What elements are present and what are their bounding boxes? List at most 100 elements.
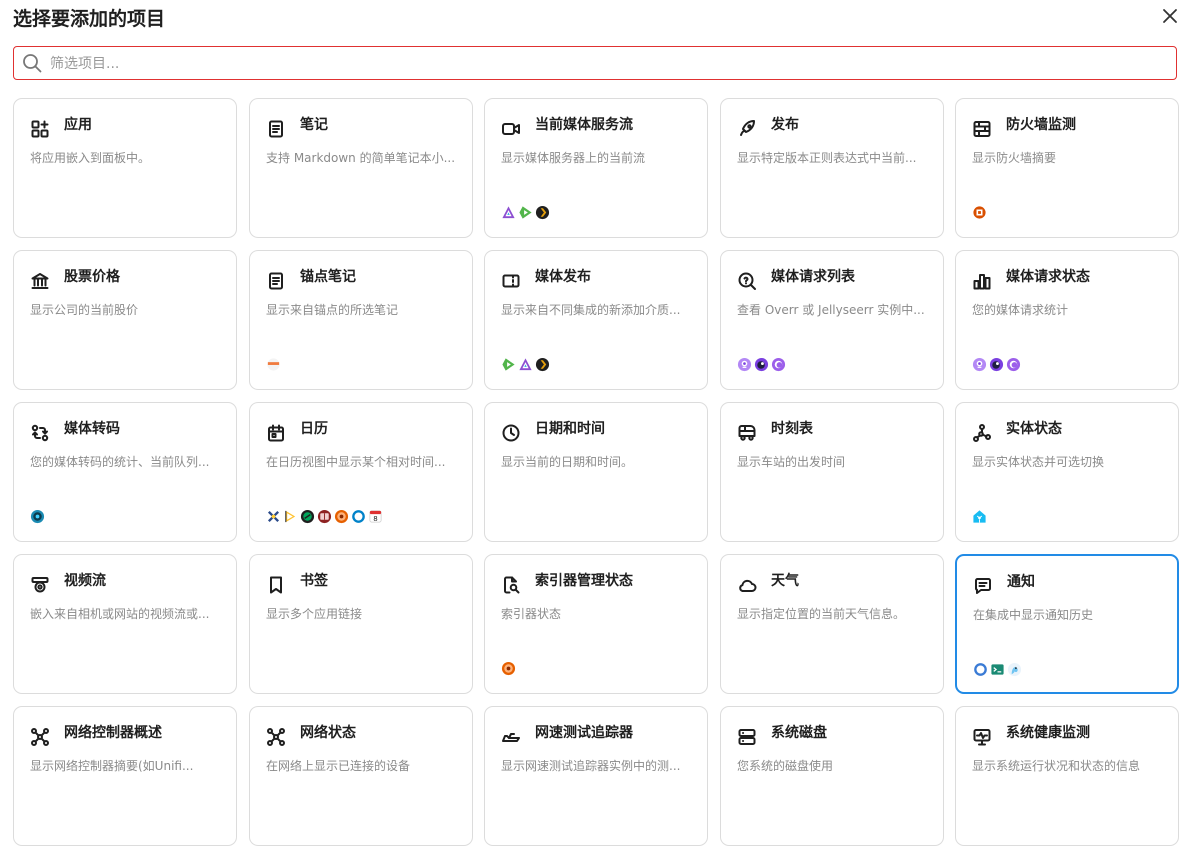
monitor-health-icon bbox=[973, 729, 991, 746]
filter-search-box[interactable] bbox=[13, 46, 1177, 80]
widget-card[interactable]: 视频流嵌入来自相机或网站的视频流或... bbox=[13, 554, 237, 694]
gotify-logo bbox=[1007, 662, 1022, 677]
bus-icon bbox=[738, 425, 756, 441]
widget-card-description: 显示来自不同集成的新添加介质... bbox=[501, 303, 681, 317]
anchor-logo bbox=[267, 358, 280, 371]
ntfy-logo bbox=[974, 663, 987, 676]
widget-card-description: 您的媒体请求统计 bbox=[972, 303, 1069, 317]
widget-card[interactable]: 笔记 支持 Markdown 的简单笔记本小... bbox=[249, 98, 473, 238]
server-icon bbox=[738, 729, 756, 745]
widget-card[interactable]: 书签 显示多个应用链接 bbox=[249, 554, 473, 694]
integration-badges bbox=[972, 357, 1021, 373]
widget-card-description: 显示网络控制器摘要(如Unifi... bbox=[30, 759, 194, 773]
widget-card-title: 应用 bbox=[64, 117, 92, 133]
ombi-logo bbox=[1006, 357, 1021, 372]
widget-card-title: 日历 bbox=[300, 421, 328, 437]
filter-input[interactable] bbox=[48, 51, 1162, 77]
widget-card-title: 日期和时间 bbox=[535, 421, 605, 437]
ticket-icon bbox=[502, 274, 520, 288]
widget-card-title: 防火墙监测 bbox=[1006, 117, 1076, 133]
widget-card[interactable]: 通知 在集成中显示通知历史 bbox=[955, 554, 1179, 694]
widget-card-title: 网络状态 bbox=[300, 725, 356, 741]
network-icon bbox=[267, 728, 285, 746]
search-question-icon bbox=[738, 272, 756, 290]
widget-card-title: 媒体请求列表 bbox=[771, 269, 855, 285]
overseerr-logo bbox=[737, 357, 752, 372]
widget-card-title: 实体状态 bbox=[1006, 421, 1062, 437]
widget-card-description: 显示来自锚点的所选笔记 bbox=[266, 303, 399, 317]
svg-text:8: 8 bbox=[373, 514, 377, 523]
widget-card[interactable]: 媒体发布显示来自不同集成的新添加介质... bbox=[484, 250, 708, 390]
widget-card-description: 显示指定位置的当前天气信息。 bbox=[737, 607, 906, 621]
integration-badges bbox=[501, 357, 550, 373]
widget-card-description: 将应用嵌入到面板中。 bbox=[30, 151, 151, 165]
widget-card-title: 当前媒体服务流 bbox=[535, 117, 633, 133]
widget-card[interactable]: 股票价格 显示公司的当前股价 bbox=[13, 250, 237, 390]
widget-card-title: 索引器管理状态 bbox=[535, 573, 633, 589]
widget-card[interactable]: 日期和时间 显示当前的日期和时间。 bbox=[484, 402, 708, 542]
speedboat-icon bbox=[502, 733, 520, 742]
widget-card-description: 嵌入来自相机或网站的视频流或... bbox=[30, 607, 210, 621]
message-icon bbox=[975, 578, 991, 594]
widget-card-description: 显示多个应用链接 bbox=[266, 607, 363, 621]
radarr-logo bbox=[267, 510, 280, 523]
graph-icon bbox=[973, 424, 991, 442]
widget-card[interactable]: 锚点笔记显示来自锚点的所选笔记 bbox=[249, 250, 473, 390]
integration-badges bbox=[737, 357, 786, 373]
widget-card[interactable]: 网络控制器概述 显示网络控制器摘要(如Unifi... bbox=[13, 706, 237, 846]
jellyseerr-logo bbox=[989, 357, 1004, 372]
bank-icon bbox=[31, 273, 49, 289]
widget-card-description: 支持 Markdown 的简单笔记本小... bbox=[266, 151, 456, 165]
widget-card[interactable]: 媒体请求列表 查看 Overr 或 Jellyseerr 实例中... bbox=[720, 250, 944, 390]
overseerr-logo bbox=[972, 357, 987, 372]
widget-card[interactable]: 实体状态 显示实体状态并可选切换 bbox=[955, 402, 1179, 542]
widget-card-title: 发布 bbox=[771, 117, 799, 133]
widget-card[interactable]: 当前媒体服务流显示媒体服务器上的当前流 bbox=[484, 98, 708, 238]
prowlarr-logo bbox=[334, 509, 349, 524]
integration-badges: 8 bbox=[266, 509, 383, 525]
search-icon bbox=[23, 54, 42, 73]
widget-card[interactable]: 应用将应用嵌入到面板中。 bbox=[13, 98, 237, 238]
bar-chart-icon bbox=[973, 274, 991, 290]
integration-badges bbox=[266, 357, 281, 373]
notebook-icon bbox=[269, 272, 283, 290]
widget-card[interactable]: 索引器管理状态 索引器状态 bbox=[484, 554, 708, 694]
emby-logo bbox=[502, 358, 515, 371]
widget-card-title: 时刻表 bbox=[771, 421, 813, 437]
widget-card[interactable]: 系统磁盘 您系统的磁盘使用 bbox=[720, 706, 944, 846]
video-icon bbox=[502, 123, 520, 135]
widget-card[interactable]: 天气 显示指定位置的当前天气信息。 bbox=[720, 554, 944, 694]
plex-logo bbox=[535, 205, 550, 220]
integration-badges bbox=[972, 509, 987, 525]
widget-card-title: 媒体发布 bbox=[535, 269, 591, 285]
widget-card[interactable]: 防火墙监测 显示防火墙摘要 bbox=[955, 98, 1179, 238]
widget-card-description: 显示系统运行状况和状态的信息 bbox=[972, 759, 1141, 773]
widget-card-title: 视频流 bbox=[64, 573, 106, 589]
widget-card[interactable]: 媒体请求状态 您的媒体请求统计 bbox=[955, 250, 1179, 390]
widget-card[interactable]: 系统健康监测显示系统运行状况和状态的信息 bbox=[955, 706, 1179, 846]
readarr-logo bbox=[317, 509, 332, 524]
widget-card-title: 锚点笔记 bbox=[300, 269, 356, 285]
widget-card-title: 系统磁盘 bbox=[771, 725, 827, 741]
widget-card-title: 系统健康监测 bbox=[1006, 725, 1090, 741]
dialog-title: 选择要添加的项目 bbox=[13, 8, 166, 30]
homeassistant-logo bbox=[973, 510, 986, 523]
widget-card-description: 显示网速测试追踪器实例中的测... bbox=[501, 759, 681, 773]
widget-card[interactable]: 日历在日历视图中显示某个相对时间... 8 bbox=[249, 402, 473, 542]
widget-card[interactable]: 时刻表 显示车站的出发时间 bbox=[720, 402, 944, 542]
widget-card[interactable]: 网速测试追踪器 显示网速测试追踪器实例中的测... bbox=[484, 706, 708, 846]
widget-card-description: 在日历视图中显示某个相对时间... bbox=[266, 455, 446, 469]
close-icon[interactable] bbox=[1160, 6, 1180, 26]
network-icon bbox=[31, 728, 49, 746]
notebook-icon bbox=[269, 120, 283, 138]
firewall-icon bbox=[973, 121, 991, 137]
file-search-icon bbox=[504, 576, 520, 594]
widget-card[interactable]: 网络状态 在网络上显示已连接的设备 bbox=[249, 706, 473, 846]
cloud-icon bbox=[739, 579, 757, 592]
opnsense-logo bbox=[973, 206, 986, 219]
lidarr-logo bbox=[300, 509, 315, 524]
widget-card-description: 显示媒体服务器上的当前流 bbox=[501, 151, 646, 165]
widget-card[interactable]: 发布 显示特定版本正则表达式中当前... bbox=[720, 98, 944, 238]
jellyfin-logo bbox=[519, 358, 532, 371]
widget-card[interactable]: 媒体转码 您的媒体转码的统计、当前队列... bbox=[13, 402, 237, 542]
